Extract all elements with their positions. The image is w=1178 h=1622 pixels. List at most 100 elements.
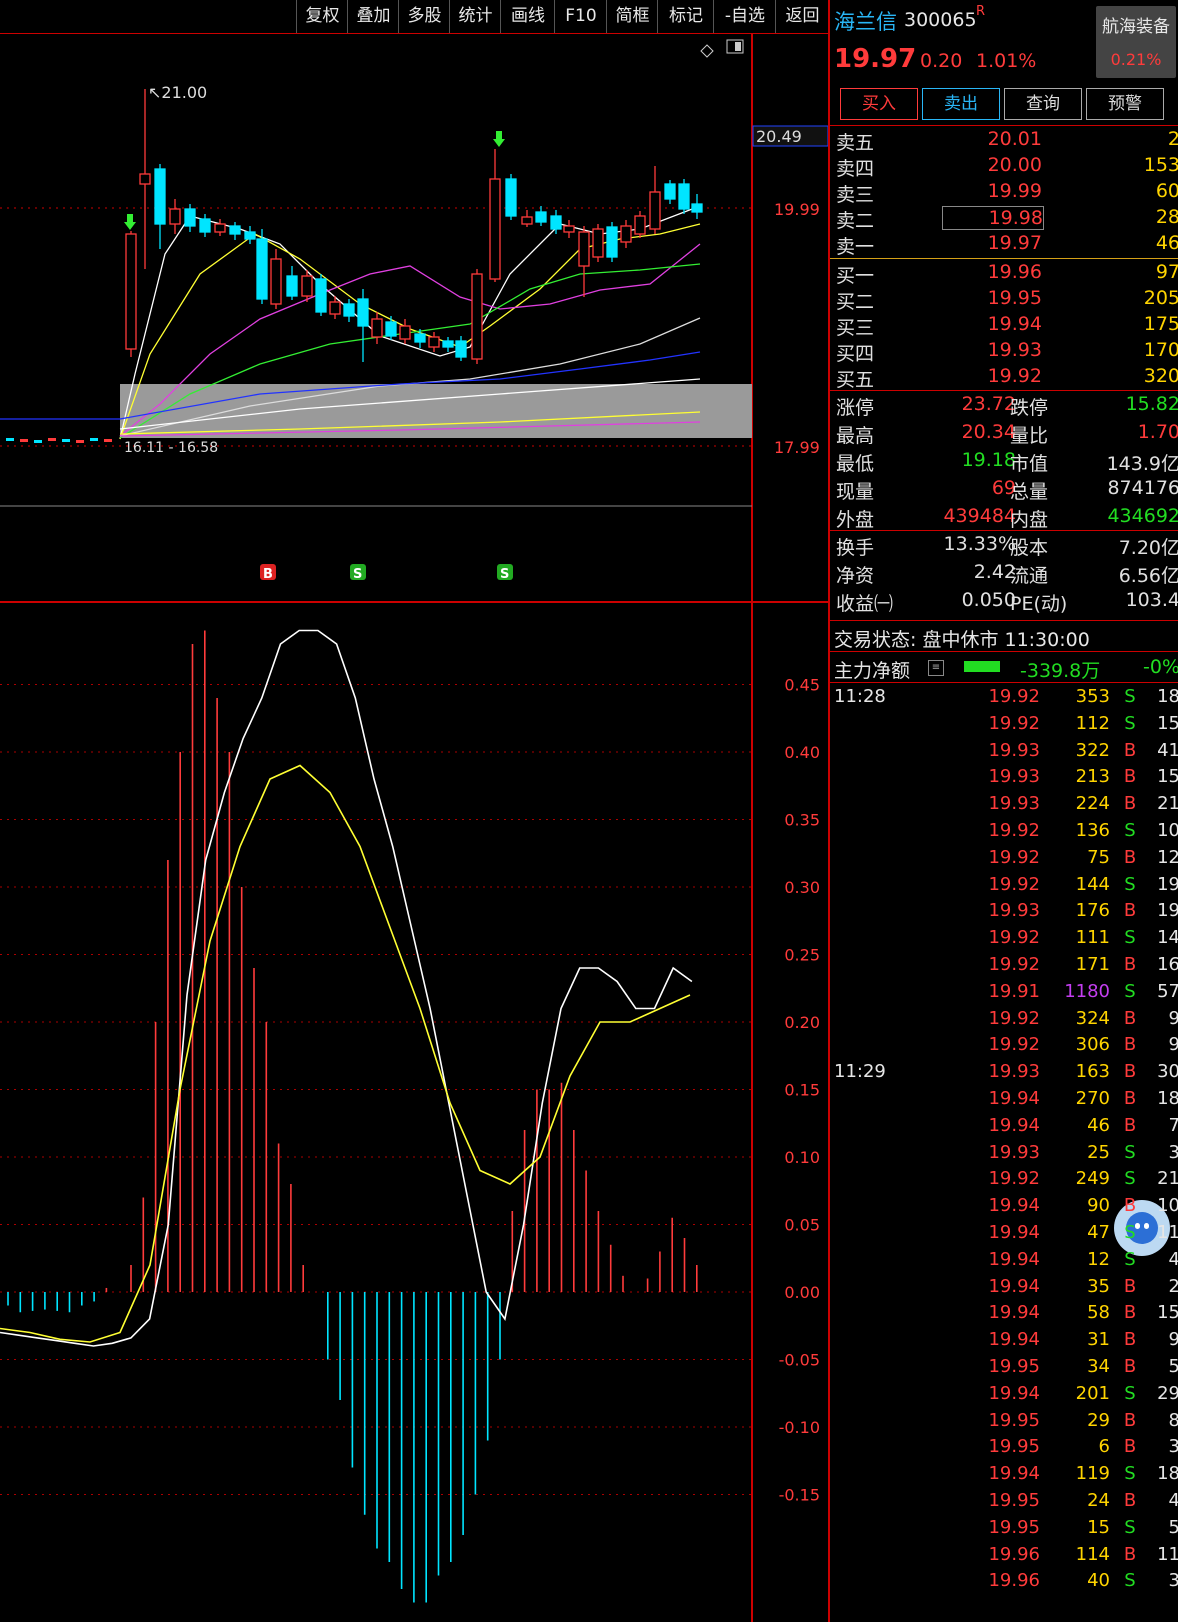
ask-row[interactable]: 卖一 19.97 46 <box>830 232 1178 259</box>
signal-label: B <box>263 567 273 582</box>
stat-value: 434692 <box>1107 505 1178 527</box>
trade-row: 19.92 171 B 16 <box>830 954 1178 981</box>
stat-row: 涨停 23.72 跌停 15.82 <box>830 393 1178 421</box>
sell-button[interactable]: 卖出 <box>922 88 1000 120</box>
candle-body <box>471 273 483 360</box>
trade-price: 19.96 <box>988 1570 1040 1592</box>
trade-count: 12 <box>1157 846 1178 868</box>
ask-row[interactable]: 卖二 19.98 28 <box>830 206 1178 233</box>
trade-price: 19.92 <box>988 686 1040 707</box>
bid-row[interactable]: 买一 19.96 97 <box>830 261 1178 288</box>
trade-price: 19.94 <box>988 1302 1040 1324</box>
trade-count: 15 <box>1157 1302 1178 1324</box>
trade-row: 19.94 90 B 10 <box>830 1195 1178 1222</box>
stat-value: 874176 <box>1107 477 1178 499</box>
candle-body <box>357 298 369 327</box>
stat-row: 外盘 439484 内盘 434692 <box>830 505 1178 533</box>
ask-label: 卖五 <box>836 132 875 154</box>
toolbar-item[interactable]: 叠加 <box>347 0 399 33</box>
bid-row[interactable]: 买五 19.92 320 <box>830 365 1178 392</box>
trade-side: B <box>1123 793 1137 815</box>
macd-tick-label: 0.45 <box>784 676 820 695</box>
ask-row[interactable]: 卖五 20.01 2 <box>830 128 1178 155</box>
ask-label: 卖二 <box>836 210 875 232</box>
stat-label: 最低 <box>836 453 875 475</box>
trade-time: 11:28 <box>834 686 886 707</box>
trade-side: B <box>1123 1329 1137 1351</box>
bid-row[interactable]: 买四 19.93 170 <box>830 339 1178 366</box>
trade-status: 交易状态: 盘中休市 11:30:00 <box>834 629 1090 651</box>
toolbar-item[interactable]: 复权 <box>296 0 348 33</box>
buy-button[interactable]: 买入 <box>840 88 918 120</box>
toolbar-item[interactable]: 画线 <box>500 0 555 33</box>
candle-body <box>414 333 426 343</box>
candle-body <box>385 321 397 337</box>
toolbar-item[interactable]: 简框 <box>606 0 658 33</box>
toolbar-item[interactable]: 返回 <box>775 0 829 33</box>
toolbar-item[interactable]: 统计 <box>449 0 501 33</box>
trade-row: 19.92 136 S 10 <box>830 820 1178 847</box>
trade-side: B <box>1123 1275 1137 1297</box>
trade-price: 19.94 <box>988 1222 1040 1243</box>
candle-body <box>634 215 646 235</box>
ask-label: 卖三 <box>836 184 875 206</box>
trade-side: S <box>1124 712 1136 734</box>
candle-body <box>90 438 98 441</box>
trade-price: 19.96 <box>988 1543 1040 1565</box>
bid-row[interactable]: 买三 19.94 175 <box>830 313 1178 340</box>
stat-row: 净资 2.42 流通 6.56亿 <box>830 561 1178 589</box>
trade-row: 19.96 40 S 3 <box>830 1570 1178 1597</box>
trade-row: 19.96 114 B 11 <box>830 1544 1178 1571</box>
trade-side: B <box>1123 1409 1137 1431</box>
candle-body <box>244 231 256 240</box>
sector-name: 航海装备 <box>1102 17 1170 37</box>
chart-toolbar: 复权 叠加 多股 统计 画线 F10 简框 标记 -自选 返回 <box>0 0 828 34</box>
trade-price: 19.92 <box>988 873 1040 895</box>
trade-side: S <box>1124 1141 1136 1163</box>
alert-button[interactable]: 预警 <box>1086 88 1164 120</box>
trade-volume: 47 <box>1087 1222 1110 1243</box>
candle-body <box>343 303 355 317</box>
trade-volume: 34 <box>1087 1356 1110 1377</box>
trade-count: 5 <box>1168 1356 1178 1377</box>
candle-body <box>270 258 282 305</box>
trade-row: 19.93 224 B 21 <box>830 793 1178 820</box>
bid-row[interactable]: 买二 19.95 205 <box>830 287 1178 314</box>
stat-label: 最高 <box>836 425 875 447</box>
trade-count: 21 <box>1157 1168 1178 1190</box>
trade-row: 19.95 15 S 5 <box>830 1517 1178 1544</box>
kline-chart[interactable]: 20.49 19.99 17.99 ↖21.00 16.11 - 16.58 B S S 0.4… <box>0 34 828 1622</box>
sector-box[interactable]: 航海装备 0.21% <box>1096 6 1176 78</box>
trade-time: 11:29 <box>834 1061 886 1083</box>
trade-price: 19.92 <box>988 846 1040 868</box>
toolbar-item[interactable]: 多股 <box>398 0 450 33</box>
trade-side: S <box>1124 1463 1136 1485</box>
stat-value: 7.20亿 <box>1118 537 1178 559</box>
trade-price: 19.95 <box>988 1490 1040 1511</box>
stat-value: 20.34 <box>961 421 1016 443</box>
trade-side: S <box>1124 1516 1136 1538</box>
ask-volume: 60 <box>1155 180 1178 202</box>
trade-row: 19.94 270 B 18 <box>830 1088 1178 1115</box>
stat-label: 外盘 <box>836 509 875 531</box>
stat-value: 6.56亿 <box>1118 565 1178 587</box>
trade-volume: 201 <box>1075 1382 1110 1404</box>
candle-body <box>563 225 575 233</box>
trade-price: 19.93 <box>988 739 1040 761</box>
ask-row[interactable]: 卖四 20.00 153 <box>830 154 1178 181</box>
toolbar-item[interactable]: 标记 <box>657 0 714 33</box>
ask-row[interactable]: 卖三 19.99 60 <box>830 180 1178 207</box>
trade-side: B <box>1123 1436 1137 1458</box>
trade-volume: 114 <box>1075 1543 1110 1565</box>
candle-body <box>399 325 411 340</box>
net-flow-detail-icon[interactable]: ≡ <box>928 660 944 676</box>
query-button[interactable]: 查询 <box>1004 88 1082 120</box>
stock-code: 300065 <box>904 9 977 31</box>
toolbar-item[interactable]: F10 <box>554 0 607 33</box>
trade-price: 19.92 <box>988 712 1040 734</box>
toolbar-item[interactable]: -自选 <box>713 0 776 33</box>
bid-price: 19.94 <box>987 313 1042 335</box>
trade-volume: 306 <box>1075 1034 1110 1056</box>
bid-label: 买五 <box>836 369 875 391</box>
candle-body <box>199 218 211 233</box>
